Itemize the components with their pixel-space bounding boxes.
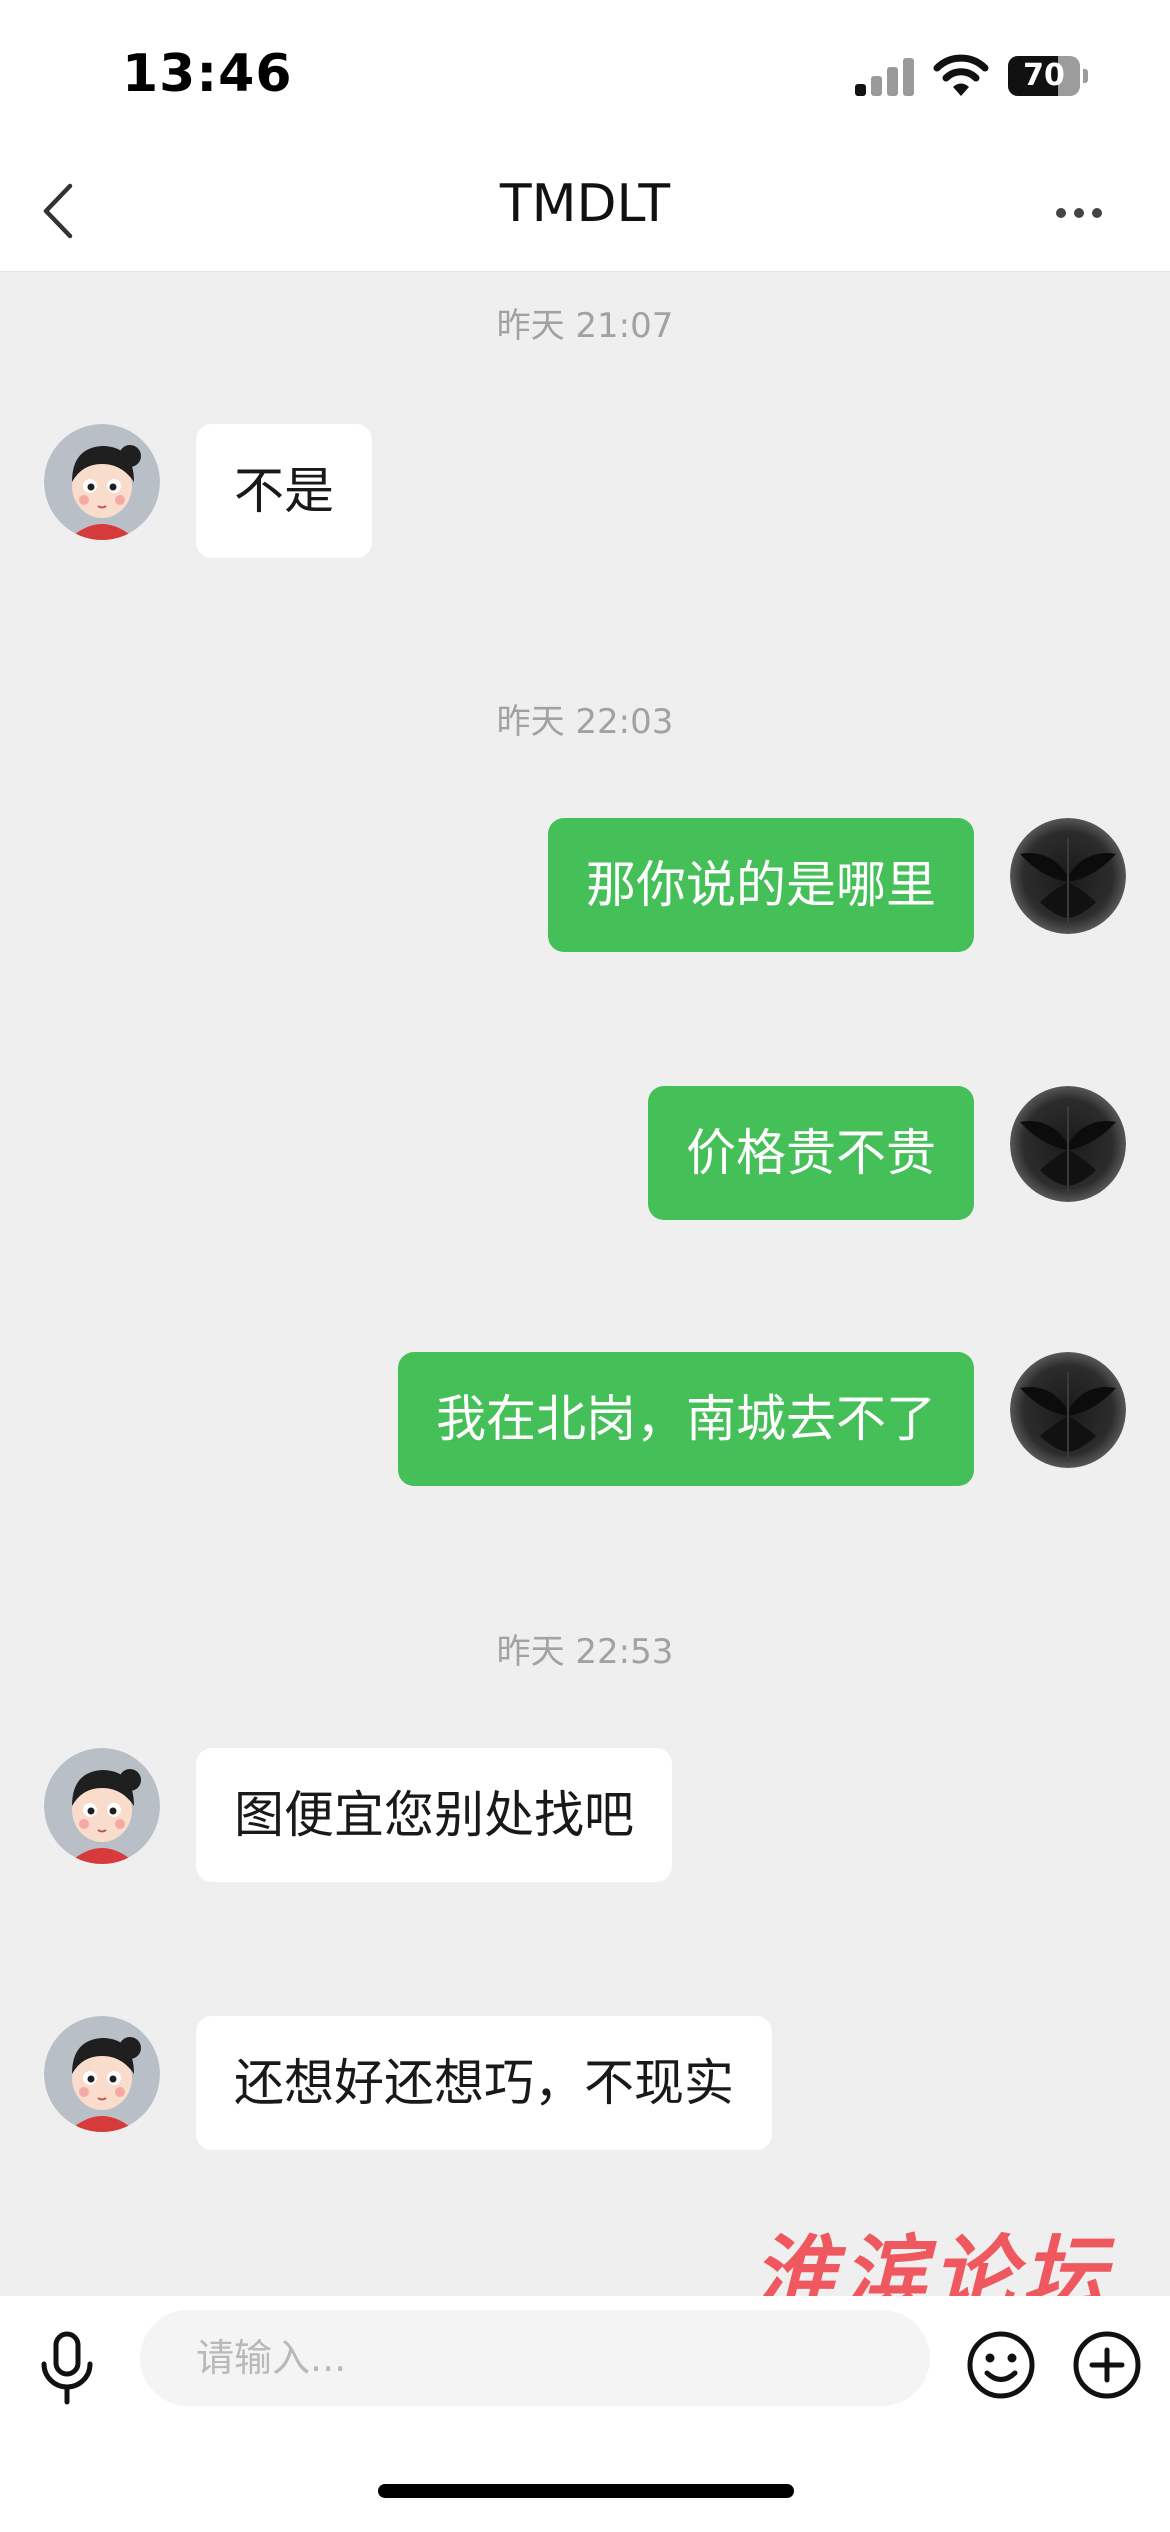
my-avatar[interactable]	[1010, 1086, 1126, 1202]
outgoing-message[interactable]: 价格贵不贵	[648, 1086, 974, 1220]
emoji-button[interactable]	[966, 2330, 1036, 2400]
message-timestamp: 昨天 21:07	[496, 306, 674, 346]
page-title: TMDLT	[499, 174, 671, 234]
home-indicator	[378, 2484, 794, 2498]
incoming-message[interactable]: 不是	[196, 424, 372, 558]
signal-icon	[855, 56, 915, 96]
status-time: 13:46	[122, 44, 293, 104]
message-timestamp: 昨天 22:03	[496, 702, 674, 742]
status-bar: 13:46 70	[0, 0, 1170, 150]
more-button[interactable]	[1044, 176, 1114, 246]
emoji-icon	[967, 2331, 1035, 2399]
contact-avatar[interactable]	[44, 424, 160, 540]
contact-avatar[interactable]	[44, 2016, 160, 2132]
wifi-icon	[933, 52, 989, 98]
outgoing-message[interactable]: 那你说的是哪里	[548, 818, 974, 952]
my-avatar[interactable]	[1010, 818, 1126, 934]
nav-bar: TMDLT	[0, 150, 1170, 272]
outgoing-message[interactable]: 我在北岗，南城去不了	[398, 1352, 974, 1486]
contact-avatar[interactable]	[44, 1748, 160, 1864]
my-avatar[interactable]	[1010, 1352, 1126, 1468]
more-actions-button[interactable]	[1072, 2330, 1142, 2400]
battery-icon: 70	[1008, 56, 1088, 96]
incoming-message[interactable]: 图便宜您别处找吧	[196, 1748, 672, 1882]
plus-icon	[1073, 2331, 1141, 2399]
chat-screen: 13:46 70 TMDLT 昨天 21:07 不是 昨天 22:03 那你说的…	[0, 0, 1170, 2532]
voice-button[interactable]	[32, 2328, 102, 2408]
incoming-message[interactable]: 还想好还想巧，不现实	[196, 2016, 772, 2150]
input-placeholder: 请输入...	[196, 2336, 347, 2380]
microphone-icon	[41, 2331, 93, 2405]
message-input[interactable]: 请输入...	[140, 2310, 930, 2406]
battery-level: 70	[1023, 58, 1065, 93]
message-timestamp: 昨天 22:53	[496, 1632, 674, 1672]
